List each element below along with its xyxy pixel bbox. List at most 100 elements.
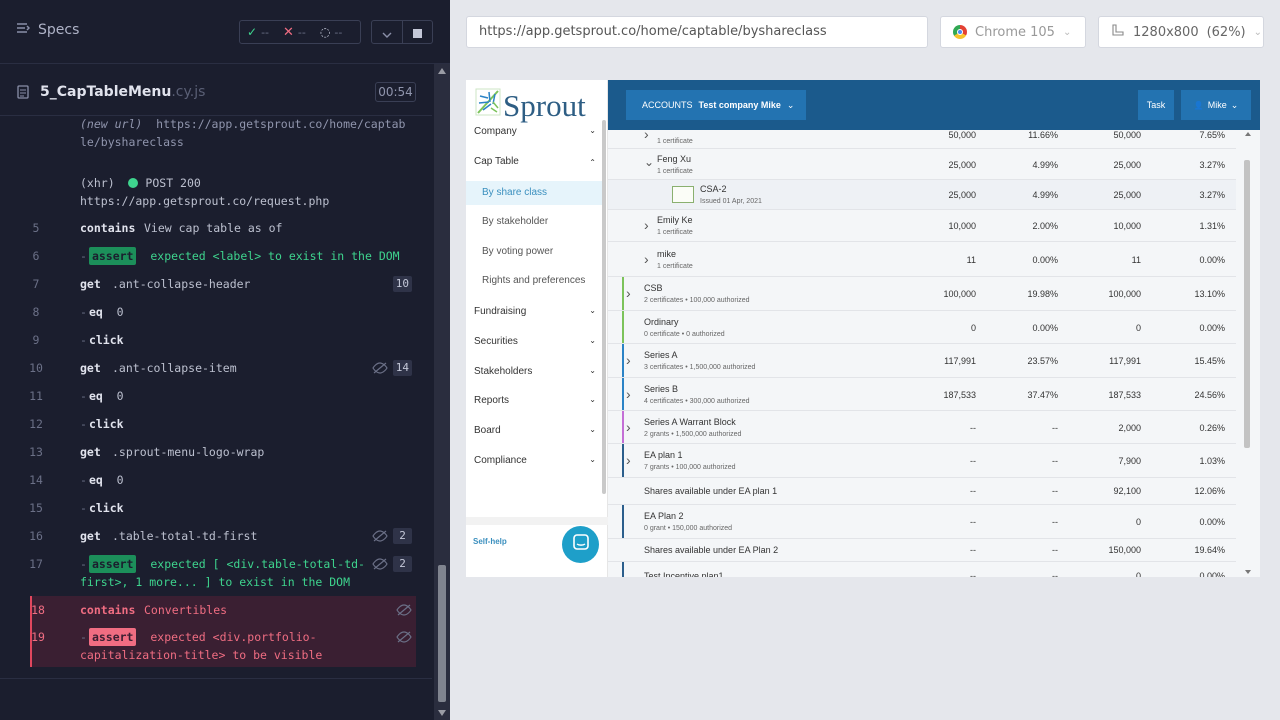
command-row[interactable]: 14 - eq 0 — [16, 471, 416, 489]
ruler-icon — [1111, 23, 1125, 41]
stakeholder-row[interactable]: › mike 1 certificate 11 0.00% 11 0.00% — [608, 242, 1236, 277]
share-class-row[interactable]: Test Incentive plan1 -- -- 0 0.00% — [608, 562, 1236, 577]
command-row[interactable]: 7 get .ant-collapse-header 10 — [16, 275, 416, 293]
command-row[interactable]: 9 - click — [16, 331, 416, 349]
menu-item-board[interactable]: Board ⌄ — [466, 425, 608, 439]
command-row[interactable]: 8 - eq 0 — [16, 303, 416, 321]
command-name: (xhr) — [80, 176, 115, 190]
command-row-failed[interactable]: 19 - assert expected <div.portfolio-capit… — [30, 624, 416, 667]
certificate-row[interactable]: CSA-2 Issued 01 Apr, 2021 25,000 4.99% 25,00… — [608, 180, 1236, 210]
chevron-right-icon[interactable]: › — [626, 452, 631, 468]
expand-button[interactable] — [372, 21, 402, 43]
menu-item-cap-table[interactable]: Cap Table ⌃ — [466, 156, 608, 170]
chevron-right-icon[interactable]: › — [626, 386, 631, 402]
aut-panel: https://app.getsprout.co/home/captable/b… — [450, 0, 1280, 720]
row-name: Ordinary — [644, 316, 679, 327]
row-value-4: 0.00% — [1199, 322, 1225, 333]
pending-stat: ◌ -- — [313, 25, 349, 39]
chevron-down-icon: ⌄ — [589, 425, 596, 434]
browser-selector[interactable]: Chrome 105 ⌄ — [940, 16, 1086, 48]
command-xhr[interactable]: (xhr) POST 200 https://app.getsprout.co/… — [16, 174, 416, 210]
row-value-2: 2.00% — [1032, 221, 1058, 231]
stakeholder-row[interactable]: › 1 certificate 50,000 11.66% 50,000 7.65% — [608, 130, 1236, 149]
menu-item-label: Company — [474, 126, 517, 137]
menu-item-stakeholders[interactable]: Stakeholders ⌄ — [466, 366, 608, 380]
share-class-row[interactable]: Ordinary 0 certificate • 0 authorized 0 0.0… — [608, 311, 1236, 344]
accounts-dropdown[interactable]: ACCOUNTS Test company Mike ⌄ — [626, 90, 806, 120]
table-scrollbar[interactable] — [1236, 130, 1260, 577]
row-value-3: 0 — [1135, 517, 1141, 527]
reporter-scrollbar-thumb[interactable] — [438, 565, 446, 702]
row-value-1: -- — [970, 422, 976, 433]
stakeholder-row[interactable]: › Emily Ke 1 certificate 10,000 2.00% 10,000 1… — [608, 210, 1236, 242]
child-dash: - — [80, 389, 87, 403]
command-row-failed[interactable]: 18 contains Convertibles — [30, 596, 416, 624]
sidebar-hscrollbar[interactable] — [466, 517, 608, 525]
task-button[interactable]: Task — [1138, 90, 1174, 120]
cap-table: › 1 certificate 50,000 11.66% 50,000 7.65% ⌄ Fe… — [608, 130, 1236, 577]
chevron-right-icon[interactable]: › — [644, 251, 649, 267]
submenu-by-voting-power[interactable]: By voting power — [466, 240, 606, 264]
command-row[interactable]: 12 - click — [16, 415, 416, 433]
share-class-row[interactable]: › CSB 2 certificates • 100,000 authorized 1… — [608, 277, 1236, 311]
command-row[interactable]: 5 contains View cap table as of — [16, 219, 416, 237]
chevron-down-icon: ⌄ — [589, 336, 596, 345]
command-row[interactable]: 15 - click — [16, 499, 416, 517]
chevron-right-icon[interactable]: › — [644, 130, 649, 142]
aut-url-bar[interactable]: https://app.getsprout.co/home/captable/b… — [466, 16, 928, 48]
menu-item-fundraising[interactable]: Fundraising ⌄ — [466, 306, 608, 320]
chevron-right-icon[interactable]: › — [644, 217, 649, 233]
command-row[interactable]: 17 - assert expected [ <div.table-total-t… — [16, 555, 416, 595]
menu-item-company[interactable]: Company ⌄ — [466, 126, 608, 140]
command-new-url[interactable]: (new url) https://app.getsprout.co/home/… — [16, 117, 416, 163]
share-class-row[interactable]: EA Plan 2 0 grant • 150,000 authorized -- -… — [608, 505, 1236, 539]
chevron-right-icon[interactable]: › — [626, 285, 631, 301]
self-help-link[interactable]: Self-help — [473, 537, 507, 546]
child-dash: - — [80, 305, 87, 319]
sprout-logo[interactable]: Sprout — [475, 88, 586, 124]
eye-slash-icon — [396, 630, 412, 648]
menu-item-compliance[interactable]: Compliance ⌄ — [466, 455, 608, 469]
stakeholder-row[interactable]: ⌄ Feng Xu 1 certificate 25,000 4.99% 25,000 3.… — [608, 149, 1236, 180]
submenu-rights-preferences[interactable]: Rights and preferences — [466, 269, 606, 293]
row-name: Test Incentive plan1 — [644, 571, 724, 577]
submenu-by-stakeholder[interactable]: By stakeholder — [466, 210, 606, 234]
chevron-right-icon[interactable]: › — [626, 352, 631, 368]
element-count-badge: 2 — [393, 556, 412, 572]
share-class-row[interactable]: › EA plan 1 7 grants • 100,000 authorized -… — [608, 444, 1236, 478]
command-row[interactable]: 10 get .ant-collapse-item 14 — [16, 359, 416, 377]
table-scrollbar-thumb[interactable] — [1244, 160, 1250, 448]
stop-button[interactable] — [402, 21, 432, 43]
viewport-size: 1280x800 — [1133, 24, 1199, 40]
test-stats: ✓ -- ✕ -- ◌ -- — [239, 20, 361, 44]
chevron-down-icon[interactable]: ⌄ — [644, 155, 654, 169]
command-row[interactable]: 6 - assert expected <label> to exist in t… — [16, 247, 416, 265]
share-class-row[interactable]: Shares available under EA plan 1 -- -- 92,1… — [608, 478, 1236, 505]
passed-stat: ✓ -- — [240, 25, 276, 39]
row-value-1: 10,000 — [948, 221, 976, 231]
sidebar-scrollbar[interactable] — [602, 120, 606, 494]
chevron-right-icon[interactable]: › — [626, 419, 631, 435]
element-count-badge: 14 — [392, 360, 412, 376]
command-number: 11 — [29, 389, 43, 403]
command-row[interactable]: 11 - eq 0 — [16, 387, 416, 405]
chat-button[interactable] — [562, 526, 599, 563]
specs-link[interactable]: Specs — [16, 22, 79, 38]
row-value-4: 7.65% — [1199, 130, 1225, 140]
submenu-by-share-class[interactable]: By share class — [466, 181, 606, 205]
row-value-4: 12.06% — [1194, 485, 1225, 496]
command-row[interactable]: 16 get .table-total-td-first 2 — [16, 527, 416, 545]
menu-item-securities[interactable]: Securities ⌄ — [466, 336, 608, 350]
command-row[interactable]: 13 get .sprout-menu-logo-wrap — [16, 443, 416, 461]
user-menu[interactable]: 👤 Mike ⌄ — [1181, 90, 1251, 120]
share-class-row[interactable]: Shares available under EA Plan 2 -- -- 150,… — [608, 539, 1236, 562]
share-class-row[interactable]: › Series A 3 certificates • 1,500,000 auth… — [608, 344, 1236, 378]
share-class-row[interactable]: › Series A Warrant Block 2 grants • 1,500,… — [608, 411, 1236, 444]
viewport-info[interactable]: 1280x800 (62%) ⌄ — [1098, 16, 1264, 48]
menu-item-reports[interactable]: Reports ⌄ — [466, 395, 608, 409]
row-value-4: 24.56% — [1194, 389, 1225, 400]
row-value-4: 19.64% — [1194, 544, 1225, 555]
chevron-down-icon: ⌄ — [1253, 26, 1263, 38]
row-value-3: 92,100 — [1113, 485, 1141, 496]
share-class-row[interactable]: › Series B 4 certificates • 300,000 author… — [608, 378, 1236, 411]
